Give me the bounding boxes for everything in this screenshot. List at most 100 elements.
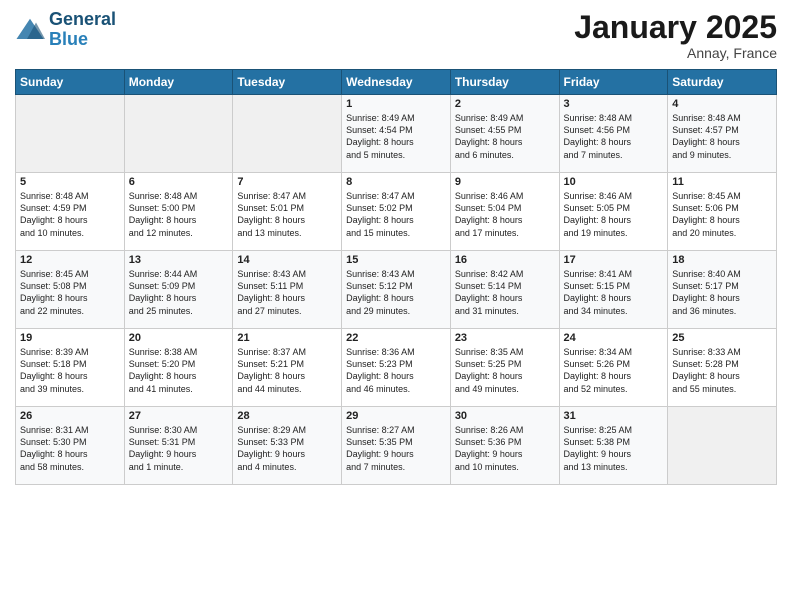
day-number: 13	[129, 254, 229, 266]
day-number: 7	[237, 176, 337, 188]
day-info: Sunrise: 8:30 AM Sunset: 5:31 PM Dayligh…	[129, 424, 229, 473]
day-info: Sunrise: 8:33 AM Sunset: 5:28 PM Dayligh…	[672, 346, 772, 395]
day-info: Sunrise: 8:26 AM Sunset: 5:36 PM Dayligh…	[455, 424, 555, 473]
logo-icon	[15, 15, 45, 45]
day-cell	[124, 95, 233, 173]
day-number: 29	[346, 410, 446, 422]
day-number: 16	[455, 254, 555, 266]
day-info: Sunrise: 8:48 AM Sunset: 5:00 PM Dayligh…	[129, 190, 229, 239]
day-cell: 20Sunrise: 8:38 AM Sunset: 5:20 PM Dayli…	[124, 329, 233, 407]
logo: General Blue	[15, 10, 116, 50]
calendar-table: SundayMondayTuesdayWednesdayThursdayFrid…	[15, 69, 777, 485]
day-cell: 21Sunrise: 8:37 AM Sunset: 5:21 PM Dayli…	[233, 329, 342, 407]
day-info: Sunrise: 8:48 AM Sunset: 4:59 PM Dayligh…	[20, 190, 120, 239]
day-info: Sunrise: 8:37 AM Sunset: 5:21 PM Dayligh…	[237, 346, 337, 395]
day-header-sunday: Sunday	[16, 70, 125, 95]
day-number: 9	[455, 176, 555, 188]
day-info: Sunrise: 8:25 AM Sunset: 5:38 PM Dayligh…	[564, 424, 664, 473]
day-cell: 12 Sunrise: 8:45 AM Sunset: 5:08 PM Dayli…	[16, 251, 125, 329]
day-info: Sunrise: 8:45 AM Sunset: 5:06 PM Dayligh…	[672, 190, 772, 239]
day-number: 1	[346, 98, 446, 110]
day-number: 12	[20, 254, 120, 266]
logo-line1: General	[49, 10, 116, 30]
day-header-tuesday: Tuesday	[233, 70, 342, 95]
logo-line2: Blue	[49, 30, 116, 50]
day-number: 2	[455, 98, 555, 110]
day-header-monday: Monday	[124, 70, 233, 95]
day-number: 24	[564, 332, 664, 344]
day-cell: 22 Sunrise: 8:36 AM Sunset: 5:23 PM Dayli…	[342, 329, 451, 407]
day-cell: 8 Sunrise: 8:47 AM Sunset: 5:02 PM Daylig…	[342, 173, 451, 251]
day-info: Sunrise: 8:42 AM Sunset: 5:14 PM Dayligh…	[455, 268, 555, 317]
day-number: 22	[346, 332, 446, 344]
day-info: Sunrise: 8:39 AM Sunset: 5:18 PM Dayligh…	[20, 346, 120, 395]
day-cell: 3Sunrise: 8:48 AM Sunset: 4:56 PM Daylig…	[559, 95, 668, 173]
day-info: Sunrise: 8:46 AM Sunset: 5:04 PM Dayligh…	[455, 190, 555, 239]
day-number: 4	[672, 98, 772, 110]
day-cell: 23Sunrise: 8:35 AM Sunset: 5:25 PM Dayli…	[450, 329, 559, 407]
day-cell: 17 Sunrise: 8:41 AM Sunset: 5:15 PM Dayli…	[559, 251, 668, 329]
day-number: 31	[564, 410, 664, 422]
calendar-page: General Blue January 2025 Annay, France …	[0, 0, 792, 612]
day-info: Sunrise: 8:41 AM Sunset: 5:15 PM Dayligh…	[564, 268, 664, 317]
day-cell	[668, 407, 777, 485]
day-info: Sunrise: 8:34 AM Sunset: 5:26 PM Dayligh…	[564, 346, 664, 395]
day-cell: 24 Sunrise: 8:34 AM Sunset: 5:26 PM Dayli…	[559, 329, 668, 407]
header: General Blue January 2025 Annay, France	[15, 10, 777, 61]
day-info: Sunrise: 8:46 AM Sunset: 5:05 PM Dayligh…	[564, 190, 664, 239]
day-header-wednesday: Wednesday	[342, 70, 451, 95]
day-cell: 1 Sunrise: 8:49 AM Sunset: 4:54 PM Daylig…	[342, 95, 451, 173]
day-number: 30	[455, 410, 555, 422]
month-title: January 2025	[574, 10, 777, 45]
day-cell: 30 Sunrise: 8:26 AM Sunset: 5:36 PM Dayli…	[450, 407, 559, 485]
day-number: 11	[672, 176, 772, 188]
day-cell: 13 Sunrise: 8:44 AM Sunset: 5:09 PM Dayli…	[124, 251, 233, 329]
day-info: Sunrise: 8:49 AM Sunset: 4:55 PM Dayligh…	[455, 112, 555, 161]
day-number: 23	[455, 332, 555, 344]
day-cell: 29 Sunrise: 8:27 AM Sunset: 5:35 PM Dayli…	[342, 407, 451, 485]
day-number: 26	[20, 410, 120, 422]
day-cell: 25 Sunrise: 8:33 AM Sunset: 5:28 PM Dayli…	[668, 329, 777, 407]
day-cell: 15Sunrise: 8:43 AM Sunset: 5:12 PM Dayli…	[342, 251, 451, 329]
header-row: SundayMondayTuesdayWednesdayThursdayFrid…	[16, 70, 777, 95]
day-info: Sunrise: 8:40 AM Sunset: 5:17 PM Dayligh…	[672, 268, 772, 317]
day-cell: 26 Sunrise: 8:31 AM Sunset: 5:30 PM Dayli…	[16, 407, 125, 485]
day-cell: 10Sunrise: 8:46 AM Sunset: 5:05 PM Dayli…	[559, 173, 668, 251]
day-info: Sunrise: 8:45 AM Sunset: 5:08 PM Dayligh…	[20, 268, 120, 317]
day-info: Sunrise: 8:44 AM Sunset: 5:09 PM Dayligh…	[129, 268, 229, 317]
day-cell: 7Sunrise: 8:47 AM Sunset: 5:01 PM Daylig…	[233, 173, 342, 251]
day-cell: 16 Sunrise: 8:42 AM Sunset: 5:14 PM Dayli…	[450, 251, 559, 329]
day-number: 27	[129, 410, 229, 422]
day-cell: 9 Sunrise: 8:46 AM Sunset: 5:04 PM Daylig…	[450, 173, 559, 251]
week-row-2: 12 Sunrise: 8:45 AM Sunset: 5:08 PM Dayli…	[16, 251, 777, 329]
day-number: 18	[672, 254, 772, 266]
day-cell	[233, 95, 342, 173]
day-info: Sunrise: 8:47 AM Sunset: 5:02 PM Dayligh…	[346, 190, 446, 239]
day-info: Sunrise: 8:27 AM Sunset: 5:35 PM Dayligh…	[346, 424, 446, 473]
day-number: 5	[20, 176, 120, 188]
day-cell: 2 Sunrise: 8:49 AM Sunset: 4:55 PM Daylig…	[450, 95, 559, 173]
day-info: Sunrise: 8:48 AM Sunset: 4:57 PM Dayligh…	[672, 112, 772, 161]
day-number: 25	[672, 332, 772, 344]
day-info: Sunrise: 8:29 AM Sunset: 5:33 PM Dayligh…	[237, 424, 337, 473]
day-info: Sunrise: 8:49 AM Sunset: 4:54 PM Dayligh…	[346, 112, 446, 161]
week-row-3: 19Sunrise: 8:39 AM Sunset: 5:18 PM Dayli…	[16, 329, 777, 407]
day-cell: 6 Sunrise: 8:48 AM Sunset: 5:00 PM Daylig…	[124, 173, 233, 251]
day-cell: 19Sunrise: 8:39 AM Sunset: 5:18 PM Dayli…	[16, 329, 125, 407]
day-header-thursday: Thursday	[450, 70, 559, 95]
day-number: 17	[564, 254, 664, 266]
day-info: Sunrise: 8:48 AM Sunset: 4:56 PM Dayligh…	[564, 112, 664, 161]
week-row-1: 5 Sunrise: 8:48 AM Sunset: 4:59 PM Daylig…	[16, 173, 777, 251]
day-cell: 28Sunrise: 8:29 AM Sunset: 5:33 PM Dayli…	[233, 407, 342, 485]
day-cell: 11 Sunrise: 8:45 AM Sunset: 5:06 PM Dayli…	[668, 173, 777, 251]
day-info: Sunrise: 8:36 AM Sunset: 5:23 PM Dayligh…	[346, 346, 446, 395]
day-number: 6	[129, 176, 229, 188]
day-info: Sunrise: 8:31 AM Sunset: 5:30 PM Dayligh…	[20, 424, 120, 473]
day-cell: 31 Sunrise: 8:25 AM Sunset: 5:38 PM Dayli…	[559, 407, 668, 485]
day-number: 8	[346, 176, 446, 188]
logo-text: General Blue	[49, 10, 116, 50]
day-header-saturday: Saturday	[668, 70, 777, 95]
day-header-friday: Friday	[559, 70, 668, 95]
location: Annay, France	[574, 45, 777, 61]
day-cell: 18 Sunrise: 8:40 AM Sunset: 5:17 PM Dayli…	[668, 251, 777, 329]
